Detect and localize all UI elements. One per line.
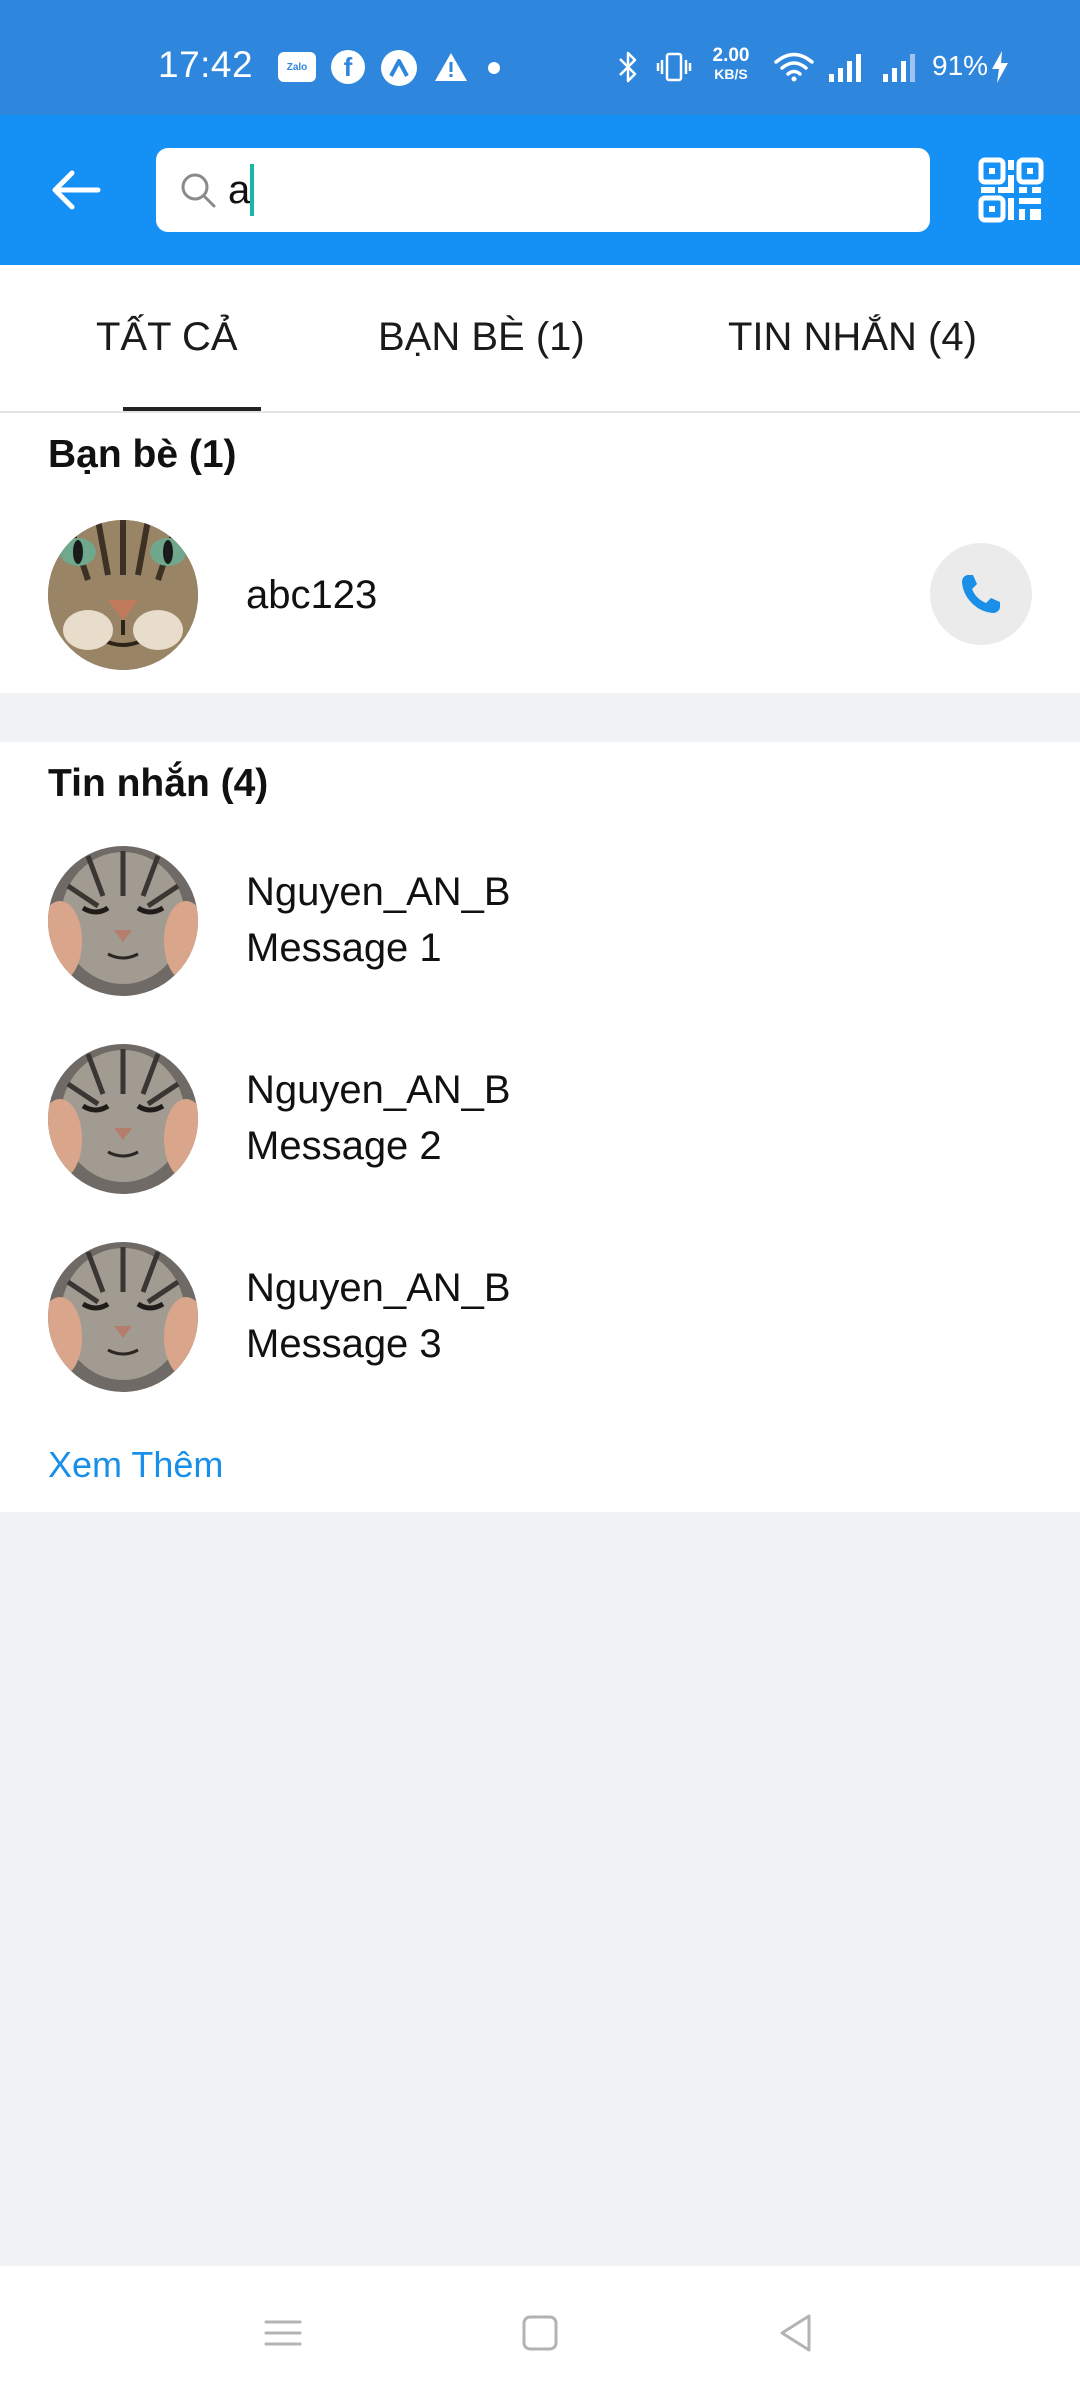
status-time: 17:42	[158, 44, 254, 85]
qr-code-icon	[978, 157, 1044, 223]
message-preview: Message 1	[246, 926, 442, 970]
facebook-icon: f	[331, 50, 365, 84]
messages-section-title: Tin nhắn (4)	[48, 762, 269, 805]
message-item[interactable]: Nguyen_AN_B Message 2	[0, 1044, 1080, 1214]
a-app-icon	[381, 50, 417, 86]
charging-icon	[988, 50, 1012, 84]
signal-icon	[880, 50, 920, 84]
back-triangle-icon	[780, 2314, 811, 2352]
vibrate-icon	[656, 50, 692, 84]
network-speed: 2.00 KB/S	[705, 45, 757, 83]
friends-section-title: Bạn bè (1)	[48, 433, 237, 476]
system-back-button[interactable]	[772, 2308, 822, 2358]
back-arrow-icon	[52, 170, 101, 210]
menu-icon	[264, 2320, 302, 2346]
friends-section: Bạn bè (1) abc123	[0, 413, 1080, 693]
search-tabs: TẤT CẢ BẠN BÈ (1) TIN NHẮN (4)	[0, 265, 1080, 413]
back-button[interactable]	[44, 158, 108, 222]
zalo-icon: Zalo	[278, 52, 316, 82]
search-input[interactable]	[228, 160, 908, 220]
active-tab-indicator	[123, 407, 261, 411]
wifi-icon	[772, 50, 816, 84]
bluetooth-icon	[614, 50, 642, 84]
message-sender: Nguyen_AN_B	[246, 1068, 511, 1112]
signal-icon	[826, 50, 866, 84]
tab-all[interactable]: TẤT CẢ	[96, 315, 238, 360]
message-preview: Message 2	[246, 1124, 442, 1168]
message-avatar	[48, 1044, 198, 1194]
message-sender: Nguyen_AN_B	[246, 1266, 511, 1310]
text-caret	[250, 164, 254, 216]
system-nav-bar	[0, 2266, 1080, 2400]
message-item[interactable]: Nguyen_AN_B Message 1	[0, 846, 1080, 1016]
speed-unit: KB/S	[714, 66, 748, 82]
friend-avatar[interactable]	[48, 520, 198, 670]
search-icon	[181, 173, 216, 208]
dot-icon	[488, 62, 500, 74]
qr-code-button[interactable]	[978, 157, 1044, 223]
messages-section: Tin nhắn (4) Nguyen_AN_B Message 1 Nguye…	[0, 742, 1080, 1512]
phone-icon	[962, 575, 1000, 613]
see-more-link[interactable]: Xem Thêm	[48, 1444, 223, 1486]
message-avatar	[48, 846, 198, 996]
warning-icon	[433, 50, 469, 84]
friend-name[interactable]: abc123	[246, 573, 377, 618]
home-button[interactable]	[515, 2308, 565, 2358]
message-preview: Message 3	[246, 1322, 442, 1366]
battery-level: 91%	[932, 50, 989, 81]
home-square-icon	[522, 2315, 558, 2351]
search-header	[0, 115, 1080, 265]
tab-messages[interactable]: TIN NHẮN (4)	[728, 315, 977, 360]
status-bar: 17:42 Zalo f 2.00 KB/S 91%	[0, 0, 1080, 115]
message-item[interactable]: Nguyen_AN_B Message 3	[0, 1242, 1080, 1412]
message-sender: Nguyen_AN_B	[246, 870, 511, 914]
message-avatar	[48, 1242, 198, 1392]
speed-value: 2.00	[712, 45, 750, 66]
recent-apps-button[interactable]	[258, 2308, 308, 2358]
search-box[interactable]	[156, 148, 930, 232]
tab-friends[interactable]: BẠN BÈ (1)	[378, 315, 585, 360]
call-button[interactable]	[930, 543, 1032, 645]
